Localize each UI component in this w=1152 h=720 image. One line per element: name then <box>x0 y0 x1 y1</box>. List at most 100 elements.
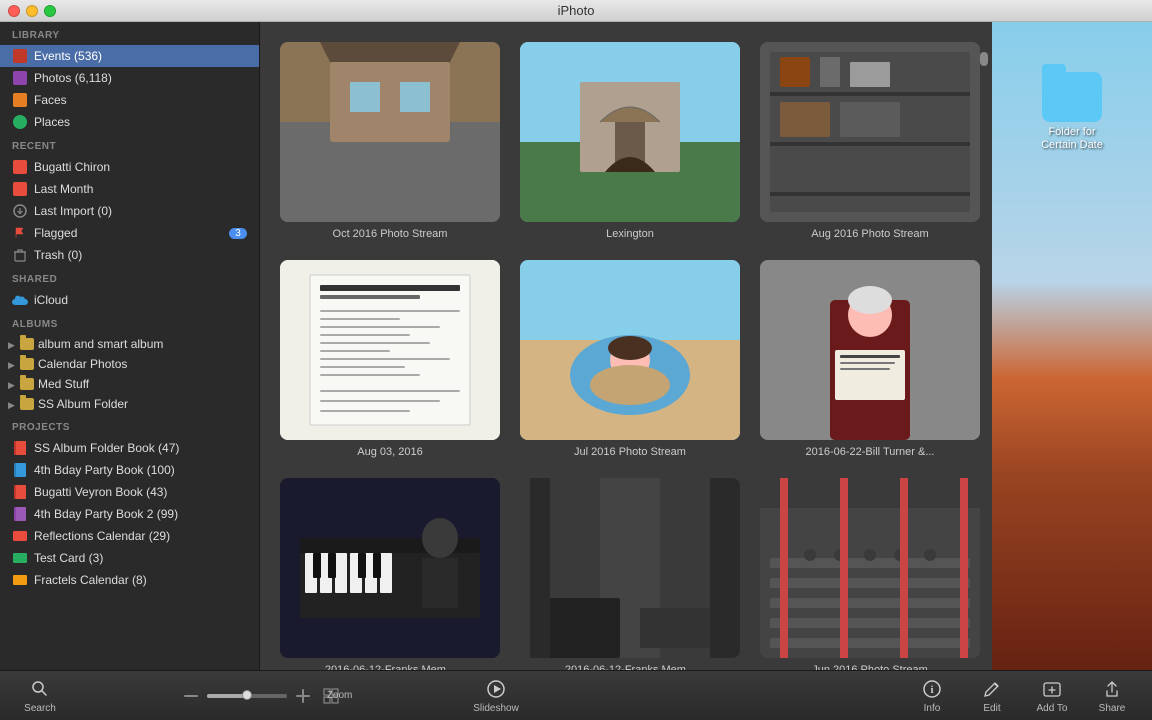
zoom-slider[interactable] <box>207 694 287 698</box>
sidebar-item-ss-album-book[interactable]: SS Album Folder Book (47) <box>0 437 259 459</box>
sidebar-item-faces[interactable]: Faces <box>0 89 259 111</box>
zoom-in-icon <box>291 684 315 708</box>
book-icon-ss <box>12 440 28 456</box>
album-smart-label: album and smart album <box>38 337 163 351</box>
search-button[interactable]: Search <box>10 673 70 718</box>
card-icon-test <box>12 550 28 566</box>
sidebar-item-test-card[interactable]: Test Card (3) <box>0 547 259 569</box>
recent-section-header: RECENT <box>0 133 259 156</box>
photo-thumb-bill-turner <box>760 260 980 440</box>
desktop-folder-label: Folder for Certain Date <box>1032 126 1112 152</box>
photo-item-lexington[interactable]: Lexington <box>520 42 740 240</box>
close-button[interactable] <box>8 5 20 17</box>
sidebar-item-last-import[interactable]: Last Import (0) <box>0 200 259 222</box>
photo-thumb-franks1 <box>280 478 500 658</box>
events-icon <box>12 48 28 64</box>
fractels-calendar-label: Fractels Calendar (8) <box>34 573 147 587</box>
search-icon <box>28 677 52 701</box>
sidebar-item-events[interactable]: Events (536) <box>0 45 259 67</box>
main-container: LIBRARY Events (536) Photos (6,118) Face… <box>0 22 1152 670</box>
photo-thumb-aug03 <box>280 260 500 440</box>
slideshow-button[interactable]: Slideshow <box>461 673 531 718</box>
sidebar-item-trash[interactable]: Trash (0) <box>0 244 259 266</box>
albums-expand-ss-album[interactable]: ▶ SS Album Folder <box>0 394 259 414</box>
last-import-label: Last Import (0) <box>34 204 112 218</box>
test-card-label: Test Card (3) <box>34 551 103 565</box>
photo-label-jun2016: Jun 2016 Photo Stream <box>812 664 928 670</box>
expand-arrow-icon: ▶ <box>8 340 16 348</box>
photo-item-jun2016[interactable]: Jun 2016 Photo Stream <box>760 478 980 670</box>
share-button[interactable]: Share <box>1082 673 1142 718</box>
faces-icon <box>12 92 28 108</box>
desktop-folder[interactable]: Folder for Certain Date <box>1032 72 1112 152</box>
flagged-label: Flagged <box>34 226 77 240</box>
sidebar: LIBRARY Events (536) Photos (6,118) Face… <box>0 22 260 670</box>
projects-section-header: PROJECTS <box>0 414 259 437</box>
sidebar-item-icloud[interactable]: iCloud <box>0 289 259 311</box>
photos-icon <box>12 70 28 86</box>
desktop-area: Folder for Certain Date <box>992 22 1152 670</box>
calendar-icon-reflections <box>12 528 28 544</box>
expand-arrow-icon2: ▶ <box>8 360 16 368</box>
sidebar-item-bugatti-veyron-book[interactable]: Bugatti Veyron Book (43) <box>0 481 259 503</box>
albums-section-header: ALBUMS <box>0 311 259 334</box>
photo-item-franks2[interactable]: 2016-06-12-Franks Mem... <box>520 478 740 670</box>
photo-thumb-jun2016 <box>760 478 980 658</box>
albums-expand-med-stuff[interactable]: ▶ Med Stuff <box>0 374 259 394</box>
calendar-icon-bugatti <box>12 159 28 175</box>
info-button[interactable]: i Info <box>902 673 962 718</box>
sidebar-item-reflections-calendar[interactable]: Reflections Calendar (29) <box>0 525 259 547</box>
folder-icon-ss <box>20 398 34 410</box>
calendar-photos-label: Calendar Photos <box>38 357 127 371</box>
bugatti-chiron-label: Bugatti Chiron <box>34 160 110 174</box>
add-to-button[interactable]: Add To <box>1022 673 1082 718</box>
albums-expand-album-smart[interactable]: ▶ album and smart album <box>0 334 259 354</box>
sidebar-item-bugatti-chiron[interactable]: Bugatti Chiron <box>0 156 259 178</box>
expand-arrow-icon3: ▶ <box>8 380 16 388</box>
photo-item-jul2016[interactable]: Jul 2016 Photo Stream <box>520 260 740 458</box>
photo-label-aug2016: Aug 2016 Photo Stream <box>811 228 928 240</box>
flagged-badge: 3 <box>229 228 247 239</box>
sidebar-item-photos[interactable]: Photos (6,118) <box>0 67 259 89</box>
import-icon <box>12 203 28 219</box>
med-stuff-label: Med Stuff <box>38 377 89 391</box>
4th-bday-book-label: 4th Bday Party Book (100) <box>34 463 175 477</box>
photo-item-bill-turner[interactable]: 2016-06-22-Bill Turner &... <box>760 260 980 458</box>
photo-item-oct2016[interactable]: Oct 2016 Photo Stream <box>280 42 500 240</box>
photo-item-franks1[interactable]: 2016-06-12-Franks Mem... <box>280 478 500 670</box>
book-icon-bugatti <box>12 484 28 500</box>
photo-label-oct2016: Oct 2016 Photo Stream <box>333 228 448 240</box>
calendar-icon-last-month <box>12 181 28 197</box>
minimize-button[interactable] <box>26 5 38 17</box>
scroll-indicator[interactable] <box>980 52 988 66</box>
sidebar-item-places[interactable]: Places <box>0 111 259 133</box>
sidebar-item-last-month[interactable]: Last Month <box>0 178 259 200</box>
edit-button[interactable]: Edit <box>962 673 1022 718</box>
info-label: Info <box>924 703 941 714</box>
sidebar-item-fractels-calendar[interactable]: Fractels Calendar (8) <box>0 569 259 591</box>
folder-icon-album <box>20 338 34 350</box>
slideshow-label: Slideshow <box>473 703 519 714</box>
places-label: Places <box>34 115 70 129</box>
edit-icon <box>980 677 1004 701</box>
sidebar-item-flagged[interactable]: Flagged 3 <box>0 222 259 244</box>
albums-expand-calendar-photos[interactable]: ▶ Calendar Photos <box>0 354 259 374</box>
4th-bday-book2-label: 4th Bday Party Book 2 (99) <box>34 507 178 521</box>
photo-label-lexington: Lexington <box>606 228 654 240</box>
shared-section-header: SHARED <box>0 266 259 289</box>
add-to-icon <box>1040 677 1064 701</box>
sidebar-item-4th-bday-book[interactable]: 4th Bday Party Book (100) <box>0 459 259 481</box>
photo-item-aug03[interactable]: Aug 03, 2016 <box>280 260 500 458</box>
photo-item-aug2016[interactable]: Aug 2016 Photo Stream <box>760 42 980 240</box>
calendar-icon-fractels <box>12 572 28 588</box>
app-title: iPhoto <box>558 3 595 18</box>
photo-thumb-lexington <box>520 42 740 222</box>
zoom-area: Zoom <box>70 684 461 708</box>
sidebar-item-4th-bday-book2[interactable]: 4th Bday Party Book 2 (99) <box>0 503 259 525</box>
photo-label-franks2: 2016-06-12-Franks Mem... <box>565 664 695 670</box>
maximize-button[interactable] <box>44 5 56 17</box>
edit-label: Edit <box>983 703 1000 714</box>
book-icon-4th <box>12 462 28 478</box>
photo-thumb-jul2016 <box>520 260 740 440</box>
photo-thumb-franks2 <box>520 478 740 658</box>
